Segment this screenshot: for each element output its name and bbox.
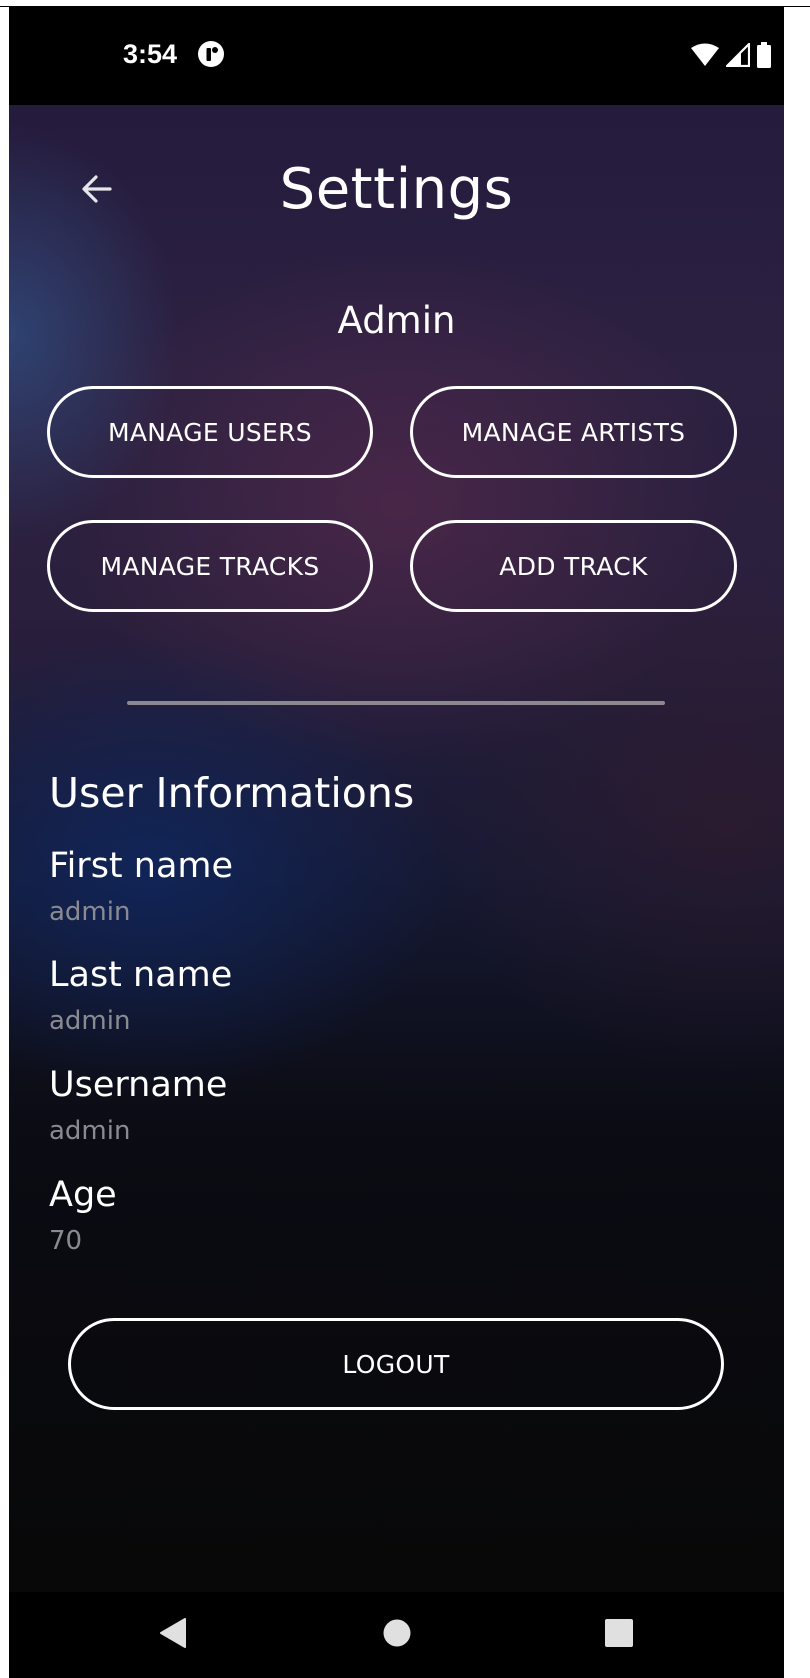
phone-screen: 3:54 Settings Admin MANAGE USERS MANAGE …	[9, 7, 784, 1678]
section-divider	[127, 701, 665, 705]
first-name-label: First name	[49, 846, 234, 886]
manage-artists-button[interactable]: MANAGE ARTISTS	[410, 386, 737, 478]
status-time: 3:54	[123, 39, 178, 69]
cell-signal-icon	[724, 41, 751, 71]
nav-recents-button[interactable]	[579, 1592, 659, 1678]
page-title: Settings	[279, 157, 514, 222]
nav-back-icon	[158, 1617, 188, 1653]
add-track-button[interactable]: ADD TRACK	[410, 520, 737, 612]
username-label: Username	[49, 1065, 228, 1105]
last-name-value: admin	[49, 1006, 131, 1036]
status-bar: 3:54	[9, 7, 784, 105]
wifi-icon	[690, 43, 720, 71]
app-notification-icon	[197, 40, 225, 68]
manage-tracks-button[interactable]: MANAGE TRACKS	[47, 520, 373, 612]
age-value: 70	[49, 1226, 83, 1256]
username-value: admin	[49, 1116, 131, 1146]
battery-icon	[756, 42, 772, 72]
system-nav-bar	[9, 1592, 784, 1678]
settings-screen: Settings Admin MANAGE USERS MANAGE ARTIS…	[9, 105, 784, 1592]
last-name-label: Last name	[49, 955, 233, 995]
admin-heading: Admin	[337, 299, 456, 342]
nav-recents-icon	[604, 1618, 634, 1652]
logout-button[interactable]: LOGOUT	[68, 1318, 724, 1410]
nav-back-button[interactable]	[133, 1592, 213, 1678]
nav-home-button[interactable]	[357, 1592, 437, 1678]
user-info-heading: User Informations	[49, 769, 415, 817]
first-name-value: admin	[49, 897, 131, 927]
nav-home-icon	[382, 1618, 412, 1652]
manage-users-button[interactable]: MANAGE USERS	[47, 386, 373, 478]
age-label: Age	[49, 1175, 117, 1215]
status-icons	[690, 41, 772, 72]
